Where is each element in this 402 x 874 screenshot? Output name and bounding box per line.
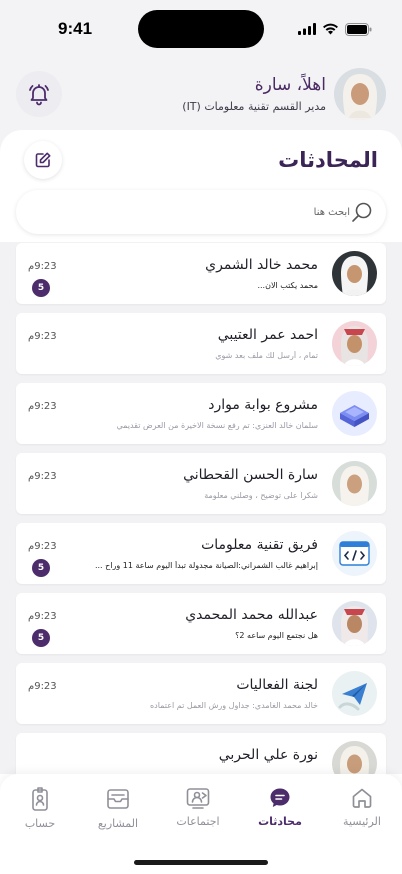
chat-name: لجنة الفعاليات <box>236 677 318 693</box>
home-indicator <box>134 860 268 865</box>
tab-label: اجتماعات <box>176 815 220 828</box>
tab-label: محادثات <box>258 815 302 828</box>
tab-meetings[interactable]: اجتماعات <box>158 786 238 842</box>
battery-icon <box>345 22 372 36</box>
avatar <box>332 531 377 576</box>
meeting-icon <box>186 788 210 809</box>
wifi-icon <box>323 23 338 35</box>
chat-row[interactable]: مشروع بوابة موارد سلمان خالد العنزي: تم … <box>16 383 386 444</box>
chat-time: 9:23م <box>28 681 57 692</box>
chat-row[interactable]: محمد خالد الشمري محمد يكتب الان... 9:23م… <box>16 243 386 304</box>
chat-name: عبدالله محمد المحمدي <box>185 607 318 623</box>
chat-row[interactable]: نورة علي الحربي <box>16 733 386 774</box>
chat-name: نورة علي الحربي <box>218 747 318 763</box>
unread-badge: 5 <box>32 629 50 647</box>
tab-label: الرئيسية <box>343 815 381 828</box>
search-icon[interactable] <box>350 200 374 224</box>
chat-name: محمد خالد الشمري <box>205 257 318 273</box>
tab-projects[interactable]: المشاريع <box>78 786 158 842</box>
unread-badge: 5 <box>32 279 50 297</box>
chat-time: 9:23م <box>28 541 57 552</box>
woman-hijab-avatar-icon <box>332 461 377 506</box>
cellular-signal-icon <box>298 23 316 35</box>
status-time: 9:41 <box>58 19 93 38</box>
avatar <box>332 671 377 716</box>
tab-label: حساب <box>24 817 56 830</box>
man-ghutra-avatar-icon <box>332 251 377 296</box>
avatar <box>332 321 377 366</box>
chat-preview: تمام ، أرسل لك ملف بعد شوي <box>215 351 318 360</box>
chat-row[interactable]: فريق تقنية معلومات إبراهيم غالب الشمراني… <box>16 523 386 584</box>
search-bar[interactable] <box>16 190 386 234</box>
avatar <box>332 251 377 296</box>
chat-row[interactable]: سارة الحسن القحطاني شكراً على توضيح ، وص… <box>16 453 386 514</box>
chat-row[interactable]: لجنة الفعاليات خالد محمد الغامدي: جداول … <box>16 663 386 724</box>
chat-list[interactable]: محمد خالد الشمري محمد يكتب الان... 9:23م… <box>0 242 402 774</box>
home-icon <box>352 788 372 808</box>
chat-preview: سلمان خالد العنزي: تم رفع نسخة الاخيرة م… <box>116 421 318 430</box>
bottom-tab-bar: الرئيسية محادثات اجتماعات المشاريع حساب <box>0 774 402 874</box>
chat-preview: إبراهيم غالب الشمراني:الصيانة مجدولة تبد… <box>94 561 318 570</box>
man-shemagh-avatar-icon <box>332 601 377 646</box>
unread-badge: 5 <box>32 559 50 577</box>
avatar <box>332 741 377 774</box>
projects-icon <box>107 789 129 809</box>
dynamic-island <box>138 10 264 48</box>
code-window-avatar-icon <box>332 531 377 576</box>
status-icons <box>298 22 372 36</box>
page-title: المحادثات <box>278 148 378 172</box>
tab-label: المشاريع <box>97 817 139 830</box>
header: اهلاً، سارة مدير القسم تقنية معلومات (IT… <box>0 58 402 130</box>
chat-name: مشروع بوابة موارد <box>208 397 318 413</box>
title-row: المحادثات <box>0 140 402 180</box>
search-input[interactable] <box>50 206 350 218</box>
chat-preview: هل نجتمع اليوم ساعه 2؟ <box>235 631 318 640</box>
chat-preview: محمد يكتب الان... <box>257 281 318 290</box>
chat-time: 9:23م <box>28 331 57 342</box>
avatar <box>332 601 377 646</box>
chat-name: فريق تقنية معلومات <box>201 537 318 553</box>
avatar <box>332 391 377 436</box>
account-icon <box>32 787 48 811</box>
avatar <box>332 461 377 506</box>
greeting: اهلاً، سارة <box>254 75 326 95</box>
tab-home[interactable]: الرئيسية <box>322 786 402 842</box>
chat-time: 9:23م <box>28 471 57 482</box>
man-shemagh-avatar-icon <box>332 321 377 366</box>
woman-hijab-avatar-icon <box>334 68 386 120</box>
paper-plane-avatar-icon <box>332 671 377 716</box>
chat-name: سارة الحسن القحطاني <box>183 467 318 483</box>
user-profile[interactable]: اهلاً، سارة مدير القسم تقنية معلومات (IT… <box>182 68 386 120</box>
bell-icon <box>29 84 49 106</box>
woman-hijab-avatar-icon <box>332 741 377 774</box>
chat-preview: شكراً على توضيح ، وصلني معلومة <box>204 491 318 500</box>
chat-icon <box>270 788 290 807</box>
edit-icon <box>35 152 51 168</box>
chat-time: 9:23م <box>28 401 57 412</box>
chat-row[interactable]: عبدالله محمد المحمدي هل نجتمع اليوم ساعه… <box>16 593 386 654</box>
tab-account[interactable]: حساب <box>0 786 80 842</box>
avatar[interactable] <box>334 68 386 120</box>
new-chat-button[interactable] <box>24 141 62 179</box>
chat-row[interactable]: احمد عمر العتيبي تمام ، أرسل لك ملف بعد … <box>16 313 386 374</box>
chat-time: 9:23م <box>28 611 57 622</box>
chat-preview: خالد محمد الغامدي: جداول ورش العمل تم اع… <box>149 701 318 710</box>
user-role: مدير القسم تقنية معلومات (IT) <box>182 100 326 113</box>
tab-chats[interactable]: محادثات <box>240 786 320 842</box>
chat-time: 9:23م <box>28 261 57 272</box>
chat-name: احمد عمر العتيبي <box>217 327 318 343</box>
notifications-button[interactable] <box>16 71 62 117</box>
project-cube-avatar-icon <box>332 391 377 436</box>
